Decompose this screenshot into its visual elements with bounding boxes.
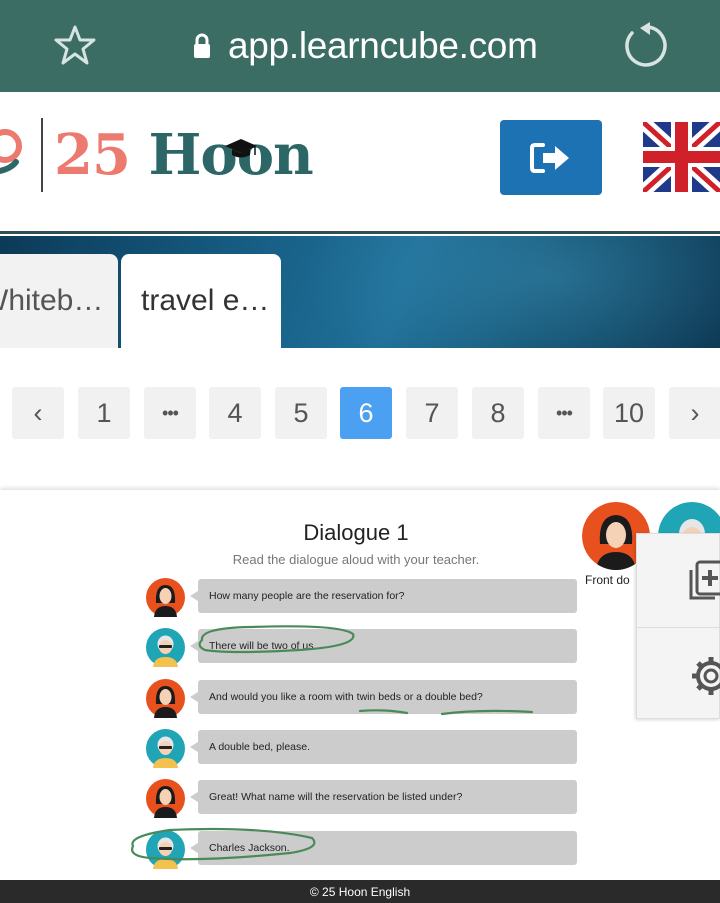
tab-label: travel e… [141,284,270,317]
site-header: 25 Hoon [0,92,720,234]
page-number: 1 [96,397,112,428]
page-button-6-current[interactable]: 6 [340,387,392,439]
sign-in-arrow-icon [530,142,569,173]
dialogue-bubble: And would you like a room with twin beds… [190,680,577,714]
browser-url-bar: app.learncube.com [0,0,720,92]
add-slide-icon[interactable] [687,556,720,604]
page-button-1[interactable]: 1 [78,387,130,439]
tab-whiteboard[interactable]: Whiteb… [0,254,118,348]
page-button-10[interactable]: 10 [603,387,655,439]
page-button-8[interactable]: 8 [472,387,524,439]
prev-page-button[interactable]: ‹ [12,387,64,439]
tab-label: Whiteb… [0,284,104,317]
bookmark-star-icon[interactable] [54,24,96,66]
graduation-cap-icon [225,139,257,158]
url-text: app.learncube.com [228,25,538,66]
page-number: 10 [613,397,645,428]
page-number: 5 [293,397,309,428]
page-button-5[interactable]: 5 [275,387,327,439]
page-number: 8 [490,397,506,428]
document-tabs-bar: Whiteb… travel e… [0,236,720,348]
page-button-7[interactable]: 7 [406,387,458,439]
pagination: ‹ 1 ••• 4 5 6 7 8 ••• 10 › [0,387,720,439]
next-page-button[interactable]: › [669,387,720,439]
dialogue-bubble: There will be two of us. [190,629,577,663]
page-ellipsis-button[interactable]: ••• [144,387,196,439]
logo-divider [41,118,43,192]
ellipsis-icon: ••• [556,402,573,423]
dialogue-bubble: A double bed, please. [190,730,577,764]
dialogue-text: Charles Jackson. [209,842,290,854]
chevron-left-icon: ‹ [33,397,43,428]
woman-avatar-icon [146,779,185,818]
woman-avatar-icon [146,679,185,718]
dialogue-text: How many people are the reservation for? [209,590,405,602]
logo-number: 25 [54,122,131,188]
gear-icon[interactable] [687,652,720,700]
dialogue-bubble: Great! What name will the reservation be… [190,780,577,814]
footer-copyright: © 25 Hoon English [309,884,411,899]
page-number: 4 [227,397,243,428]
dialogue-bubble: How many people are the reservation for? [190,579,577,613]
address-field[interactable]: app.learncube.com [192,24,538,68]
brand-logo[interactable]: 25 Hoon [54,122,314,188]
dialogue-text: A double bed, please. [209,741,311,753]
dialogue-text: There will be two of us. [209,640,317,652]
woman-avatar-icon [146,578,185,617]
dialogue-text: And would you like a room with twin beds… [209,691,483,703]
lock-icon [194,33,210,58]
reload-icon[interactable] [620,22,668,68]
page-number: 6 [358,397,374,428]
uk-flag-icon[interactable] [643,122,720,192]
logo-mark-icon [0,129,22,175]
man-avatar-icon [146,628,185,667]
page-ellipsis-button[interactable]: ••• [538,387,590,439]
page-button-4[interactable]: 4 [209,387,261,439]
tab-travel-english[interactable]: travel e… [121,254,281,348]
login-button[interactable] [500,120,602,195]
man-avatar-icon [146,830,185,869]
page-number: 7 [424,397,440,428]
dialogue-bubble: Charles Jackson. [190,831,577,865]
dialogue-text: Great! What name will the reservation be… [209,791,463,803]
footer: © 25 Hoon English [0,880,720,903]
man-avatar-icon [146,729,185,768]
chevron-right-icon: › [690,397,700,428]
tool-side-panel [636,533,720,719]
ellipsis-icon: ••• [162,402,179,423]
